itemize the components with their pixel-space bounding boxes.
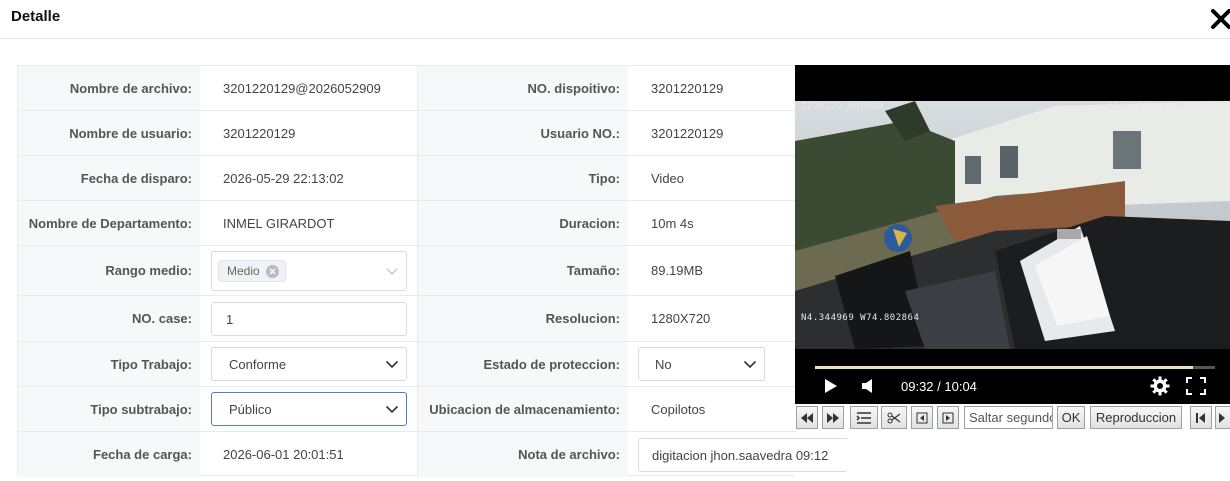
- video-time: 09:32 / 10:04: [901, 379, 977, 394]
- tipo-subtrabajo-value: Público: [229, 401, 272, 417]
- ok-button[interactable]: OK: [1057, 406, 1085, 429]
- value-ubicacion: Copilotos: [651, 401, 706, 417]
- estado-proteccion-value: No: [655, 356, 672, 372]
- dialog-header: Detalle: [0, 0, 1230, 39]
- tipo-trabajo-select[interactable]: Conforme: [211, 347, 407, 381]
- label-no-case: NO. case:: [18, 296, 200, 341]
- estado-proteccion-select[interactable]: No: [638, 347, 765, 381]
- osd-datetime: 2026-05-29 09:12:30: [1108, 102, 1221, 112]
- nota-archivo-input[interactable]: digitacion jhon.saavedra 09:12: [638, 438, 848, 472]
- skip-end-icon[interactable]: [1215, 406, 1230, 429]
- scissors-icon[interactable]: [881, 406, 907, 429]
- no-case-cell: 1: [200, 296, 417, 341]
- volume-icon[interactable]: [861, 378, 875, 399]
- nota-archivo-cell: digitacion jhon.saavedra 09:12: [628, 432, 848, 477]
- osd-device: 1220129_000000: [801, 102, 884, 112]
- next-frame-icon[interactable]: [937, 406, 959, 429]
- value-departamento: INMEL GIRARDOT: [223, 215, 335, 231]
- table-row: Nombre de archivo: 3201220129@2026052909…: [18, 66, 796, 111]
- tipo-subtrabajo-select[interactable]: Público: [211, 392, 407, 426]
- tag-remove-icon[interactable]: [265, 264, 279, 278]
- no-case-input[interactable]: 1: [211, 302, 407, 336]
- video-player[interactable]: 1220129_000000 2026-05-29 09:12:30 N4.34…: [795, 65, 1230, 404]
- label-duracion: Duracion:: [417, 201, 628, 245]
- label-tipo: Tipo:: [417, 156, 628, 200]
- value-fecha-carga: 2026-06-01 20:01:51: [223, 447, 344, 462]
- tipo-trabajo-value: Conforme: [229, 356, 287, 372]
- player-toolbar: Saltar segundos OK Reproduccion: [795, 404, 1230, 431]
- playlist-icon[interactable]: [850, 406, 878, 429]
- value-duracion: 10m 4s: [651, 215, 694, 231]
- rango-medio-cell: Medio: [200, 246, 417, 295]
- label-nombre-archivo: Nombre de archivo:: [18, 66, 200, 110]
- video-frame: [795, 101, 1230, 349]
- label-fecha-carga: Fecha de carga:: [18, 432, 200, 477]
- skip-seconds-input[interactable]: Saltar segundos: [964, 406, 1053, 429]
- label-fecha-disparo: Fecha de disparo:: [18, 156, 200, 200]
- label-nota-archivo: Nota de archivo:: [417, 432, 628, 477]
- rango-medio-select[interactable]: Medio: [211, 251, 407, 291]
- value-fecha-disparo: 2026-05-29 22:13:02: [223, 170, 344, 186]
- play-icon[interactable]: [824, 378, 838, 399]
- label-departamento: Nombre de Departamento:: [18, 201, 200, 245]
- value-tamano: 89.19MB: [651, 263, 704, 278]
- video-progress-bar[interactable]: [815, 366, 1215, 369]
- table-row: Nombre de Departamento: INMEL GIRARDOT D…: [18, 201, 796, 246]
- table-row: Fecha de carga: 2026-06-01 20:01:51 Nota…: [18, 432, 848, 477]
- rewind-icon[interactable]: [796, 406, 818, 429]
- label-no-dispositivo: NO. dispoitivo:: [417, 66, 628, 110]
- table-row: NO. case: 1 Resolucion: 1280X720: [18, 296, 796, 342]
- label-rango-medio: Rango medio:: [18, 246, 200, 295]
- table-row: Rango medio: Medio Tamaño: 89.19MB: [18, 246, 796, 296]
- label-usuario-no: Usuario NO.:: [417, 111, 628, 155]
- value-nombre-archivo: 3201220129@2026052909: [223, 80, 381, 96]
- table-row: Tipo subtrabajo: Público Ubicacion de al…: [18, 387, 796, 432]
- label-tamano: Tamaño:: [417, 246, 628, 295]
- value-nombre-usuario: 3201220129: [223, 125, 296, 141]
- tag-label: Medio: [227, 264, 260, 278]
- tipo-trabajo-cell: Conforme: [200, 342, 417, 386]
- label-tipo-trabajo: Tipo Trabajo:: [18, 342, 200, 386]
- chevron-down-icon: [743, 357, 757, 371]
- chevron-down-icon: [385, 402, 399, 416]
- label-resolucion: Resolucion:: [417, 296, 628, 341]
- estado-proteccion-cell: No: [628, 342, 796, 386]
- table-row: Tipo Trabajo: Conforme Estado de protecc…: [18, 342, 796, 387]
- close-icon[interactable]: [1210, 6, 1230, 32]
- value-tipo: Video: [651, 170, 685, 186]
- settings-gear-icon[interactable]: [1150, 376, 1170, 401]
- label-ubicacion: Ubicacion de almacenamiento:: [417, 387, 628, 431]
- chevron-down-icon: [385, 357, 399, 371]
- osd-coordinates: N4.344969 W74.802864: [801, 313, 920, 323]
- chevron-down-icon: [385, 264, 399, 278]
- playback-button[interactable]: Reproduccion: [1090, 406, 1182, 429]
- dialog-title: Detalle: [11, 8, 61, 25]
- detail-table: Nombre de archivo: 3201220129@2026052909…: [17, 65, 848, 477]
- label-nombre-usuario: Nombre de usuario:: [18, 111, 200, 155]
- video-progress-fill: [815, 366, 1193, 369]
- tipo-subtrabajo-cell: Público: [200, 387, 417, 431]
- value-usuario-no: 3201220129: [651, 125, 724, 141]
- value-resolucion: 1280X720: [651, 311, 711, 326]
- fullscreen-icon[interactable]: [1186, 377, 1206, 400]
- rango-medio-tag: Medio: [218, 260, 286, 282]
- label-tipo-subtrabajo: Tipo subtrabajo:: [18, 387, 200, 431]
- prev-frame-icon[interactable]: [911, 406, 933, 429]
- label-estado-proteccion: Estado de proteccion:: [417, 342, 628, 386]
- value-no-dispositivo: 3201220129: [651, 80, 724, 96]
- skip-start-icon[interactable]: [1190, 406, 1212, 429]
- table-row: Nombre de usuario: 3201220129 Usuario NO…: [18, 111, 796, 156]
- fast-forward-icon[interactable]: [822, 406, 844, 429]
- table-row: Fecha de disparo: 2026-05-29 22:13:02 Ti…: [18, 156, 796, 201]
